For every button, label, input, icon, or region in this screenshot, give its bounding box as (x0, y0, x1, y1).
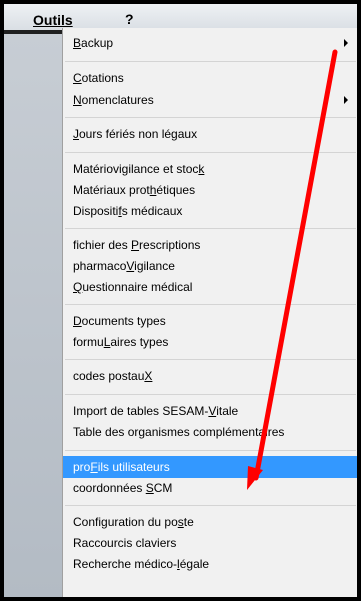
red-arrow-annotation (253, 49, 338, 481)
red-arrowhead-icon (247, 466, 263, 490)
annotation-overlay (247, 49, 338, 490)
